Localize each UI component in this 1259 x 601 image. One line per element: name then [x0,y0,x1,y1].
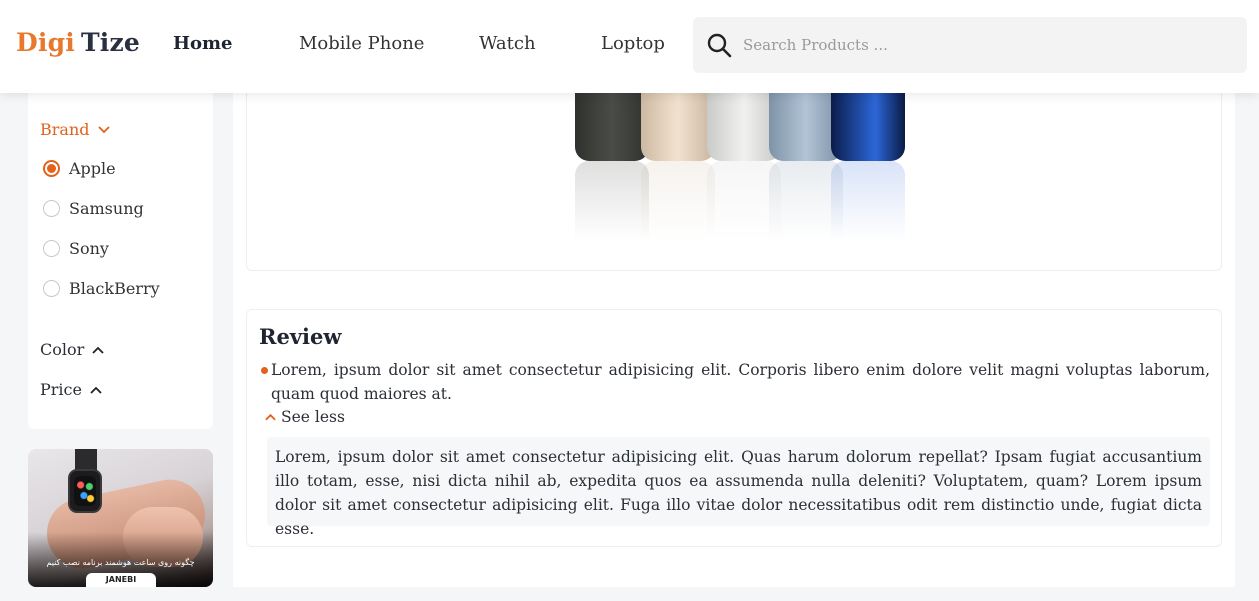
radio-button[interactable] [43,280,60,297]
phone-reflection [641,161,715,241]
product-image-card [246,80,1222,271]
brand-option-label: Samsung [69,199,144,218]
chevron-up-icon [92,346,104,354]
radio-button[interactable] [43,160,60,177]
filter-color-toggle[interactable]: Color [40,340,104,359]
chevron-down-icon [97,125,110,133]
brand-option-samsung[interactable]: Samsung [43,199,144,218]
review-title: Review [259,324,342,349]
brand-option-label: Sony [69,239,109,258]
filter-brand-title: Brand [40,120,90,139]
brand-option-apple[interactable]: Apple [43,159,116,178]
bullet-dot [261,367,268,374]
promo-caption: چگونه روی ساعت هوشمند برنامه نصب کنیم [46,558,195,567]
search-bar [693,17,1247,73]
filter-price-title: Price [40,380,82,399]
search-input[interactable] [743,27,1223,63]
phone-reflection [831,161,905,241]
brand-option-label: Apple [69,159,116,178]
promo-tag: JANEBI [86,573,156,587]
see-less-label: See less [281,408,345,426]
chevron-up-icon [265,413,276,421]
promo-banner[interactable]: چگونه روی ساعت هوشمند برنامه نصب کنیم JA… [28,449,213,587]
smartwatch-icon [68,469,102,513]
filter-brand-toggle[interactable]: Brand [40,120,110,139]
filter-panel: Brand Apple Samsung Sony BlackBerry Colo… [28,93,213,429]
review-card: Review Lorem, ipsum dolor sit amet conse… [246,309,1222,547]
review-summary-text: Lorem, ipsum dolor sit amet consectetur … [271,361,1210,403]
review-summary: Lorem, ipsum dolor sit amet consectetur … [259,358,1210,406]
brand-option-blackberry[interactable]: BlackBerry [43,279,160,298]
product-image [575,81,915,241]
phone-reflection [575,161,649,241]
nav-loptop[interactable]: Loptop [601,33,665,54]
filter-color-title: Color [40,340,85,359]
filter-price-toggle[interactable]: Price [40,380,102,399]
search-icon[interactable] [706,32,732,58]
see-less-toggle[interactable]: See less [265,408,345,426]
top-header: Digi Tize Home Mobile Phone Watch Loptop [0,0,1259,93]
logo-part2: Tize [80,28,140,57]
brand-option-sony[interactable]: Sony [43,239,109,258]
logo[interactable]: Digi Tize [16,28,140,57]
nav-home[interactable]: Home [173,33,233,54]
radio-button[interactable] [43,200,60,217]
nav-mobile-phone[interactable]: Mobile Phone [299,33,424,54]
nav-watch[interactable]: Watch [479,33,536,54]
radio-button[interactable] [43,240,60,257]
brand-option-label: BlackBerry [69,279,160,298]
logo-part1: Digi [16,28,75,57]
review-detail: Lorem, ipsum dolor sit amet consectetur … [267,437,1210,538]
chevron-up-icon [90,386,102,394]
